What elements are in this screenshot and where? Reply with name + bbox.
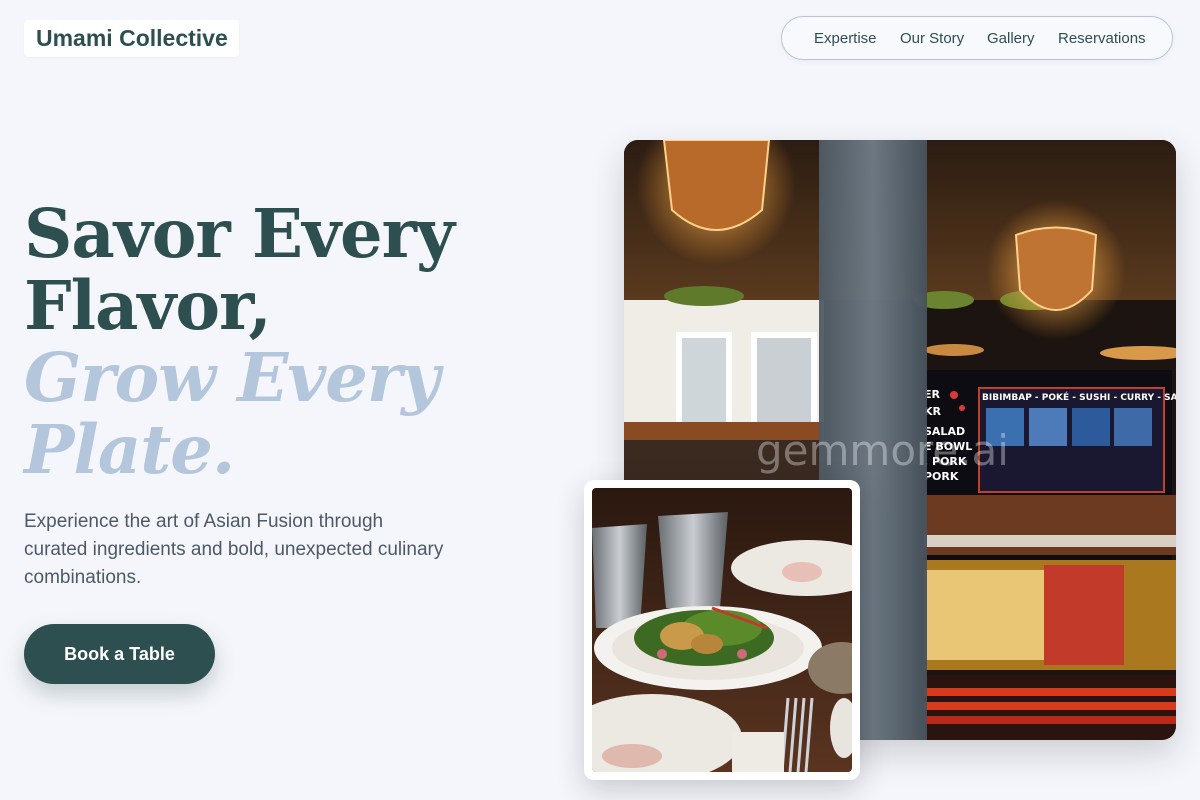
food-photo-card bbox=[584, 480, 860, 780]
book-table-button[interactable]: Book a Table bbox=[24, 624, 215, 684]
image-watermark: gemmore.ai bbox=[756, 426, 1009, 475]
asian-dish-illustration bbox=[592, 488, 852, 772]
headline-line-1: Savor Every bbox=[24, 194, 455, 273]
brand-logo[interactable]: Umami Collective bbox=[24, 20, 239, 57]
headline-line-4: Plate. bbox=[24, 410, 235, 489]
nav-item-gallery[interactable]: Gallery bbox=[987, 30, 1035, 47]
main-nav: Expertise Our Story Gallery Reservations bbox=[781, 16, 1173, 60]
asian-dish-image bbox=[592, 488, 852, 772]
hero-headline: Savor Every Flavor, Grow Every Plate. bbox=[24, 194, 455, 489]
nav-item-reservations[interactable]: Reservations bbox=[1058, 30, 1146, 47]
nav-item-expertise[interactable]: Expertise bbox=[814, 30, 877, 47]
hero-subtitle: Experience the art of Asian Fusion throu… bbox=[24, 511, 444, 588]
headline-line-2: Flavor, bbox=[24, 266, 272, 345]
headline-line-3: Grow Every bbox=[24, 338, 440, 417]
menu-board-text: BIBIMBAP - POKÉ - SUSHI - CURRY - SATAY bbox=[982, 391, 1176, 403]
nav-item-our-story[interactable]: Our Story bbox=[900, 30, 964, 47]
